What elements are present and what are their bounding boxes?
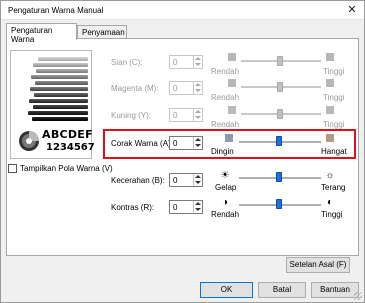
cyan-slider-thumb[interactable] (277, 56, 283, 66)
brightness-value: 0 (173, 176, 178, 185)
brightness-label: Kecerahan (B): (111, 176, 165, 185)
spin-arrows (193, 137, 202, 149)
contrast-high-icon: ◐ (326, 197, 334, 208)
cyan-high-label: Tinggi (323, 67, 345, 76)
spin-arrows (193, 109, 202, 121)
yellow-low-label: Rendah (211, 120, 240, 129)
preview-sample-number: 1234567 (46, 142, 95, 153)
magenta-value: 0 (173, 84, 178, 93)
spin-down-icon[interactable] (195, 144, 201, 147)
yellow-value: 0 (173, 111, 178, 120)
spin-arrows (193, 56, 202, 68)
tab-label: Penyamaan (82, 28, 125, 37)
preview-crayon (36, 69, 88, 73)
spin-arrows (193, 82, 202, 94)
contrast-value: 0 (173, 203, 178, 212)
cd-disk-icon (19, 131, 39, 151)
spin-up-icon[interactable] (195, 110, 201, 113)
spin-up-icon[interactable] (195, 83, 201, 86)
magenta-high-swatch (326, 79, 334, 87)
yellow-spinbox[interactable]: 0 (169, 108, 203, 122)
preview-crayon (33, 105, 88, 109)
yellow-label: Kuning (Y): (111, 111, 152, 120)
tone-warm-swatch (326, 134, 334, 142)
brightness-high-label: Terang (321, 183, 346, 192)
preview-crayon (35, 81, 88, 85)
magenta-spinbox[interactable]: 0 (169, 81, 203, 95)
sun-bright-icon: ☼ (325, 170, 335, 181)
tab-color-settings[interactable]: Pengaturan Warna (6, 23, 77, 44)
brightness-low-label: Gelap (215, 183, 237, 192)
preview-crayon (29, 99, 88, 103)
tone-cool-swatch (225, 134, 233, 142)
brightness-spinbox[interactable]: 0 (169, 173, 203, 187)
tone-label: Corak Warna (A): (111, 139, 173, 148)
spin-up-icon[interactable] (195, 57, 201, 60)
magenta-high-label: Tinggi (323, 93, 345, 102)
sun-dark-icon: ☀ (220, 170, 230, 181)
spin-arrows (193, 201, 202, 213)
spin-down-icon[interactable] (195, 181, 201, 184)
preview-crayon (32, 117, 88, 121)
title-bar: Pengaturan Warna Manual ✕ (1, 1, 364, 20)
tone-low-label: Dingin (211, 147, 234, 156)
magenta-slider-thumb[interactable] (277, 82, 283, 92)
spin-up-icon[interactable] (195, 138, 201, 141)
preview-crayon (30, 87, 88, 91)
contrast-label: Kontras (R): (111, 203, 155, 212)
yellow-low-swatch (228, 106, 236, 114)
spin-down-icon[interactable] (195, 208, 201, 211)
spin-up-icon[interactable] (195, 175, 201, 178)
cyan-low-swatch (228, 53, 236, 61)
spin-down-icon[interactable] (195, 63, 201, 66)
defaults-button[interactable]: Setelan Asal (F) (286, 257, 350, 273)
spin-down-icon[interactable] (195, 116, 201, 119)
tone-spinbox[interactable]: 0 (169, 136, 203, 150)
cyan-value: 0 (173, 58, 178, 67)
brightness-slider-thumb[interactable] (276, 172, 282, 182)
spin-up-icon[interactable] (195, 202, 201, 205)
spin-arrows (193, 174, 202, 186)
tone-high-label: Hangat (321, 147, 347, 156)
preview-crayon (34, 93, 88, 97)
preview-crayon (33, 63, 88, 67)
cyan-low-label: Rendah (211, 67, 240, 76)
yellow-high-label: Tinggi (323, 120, 345, 129)
cancel-button[interactable]: Batal (258, 282, 306, 298)
resize-grip[interactable] (354, 292, 362, 300)
dialog-title: Pengaturan Warna Manual (8, 6, 104, 15)
magenta-label: Magenta (M): (111, 84, 159, 93)
contrast-low-icon: ◑ (221, 197, 229, 208)
magenta-low-label: Rendah (211, 93, 240, 102)
close-icon[interactable]: ✕ (344, 3, 360, 17)
preview-crayon (28, 111, 88, 115)
manual-color-dialog: Pengaturan Warna Manual ✕ Pengaturan War… (0, 0, 365, 303)
cyan-label: Sian (C): (111, 58, 143, 67)
tone-slider-thumb[interactable] (276, 136, 282, 146)
spin-down-icon[interactable] (195, 89, 201, 92)
tone-value: 0 (173, 139, 178, 148)
contrast-slider-thumb[interactable] (276, 199, 282, 209)
help-button[interactable]: Bantuan (311, 282, 359, 298)
ok-button[interactable]: OK (200, 282, 253, 298)
yellow-slider-thumb[interactable] (277, 109, 283, 119)
contrast-low-label: Rendah (211, 210, 240, 219)
show-color-pattern-label: Tampilkan Pola Warna (V) (20, 164, 113, 173)
cyan-spinbox[interactable]: 0 (169, 55, 203, 69)
preview-sample-text: ABCDEF (42, 128, 93, 141)
cyan-high-swatch (326, 53, 334, 61)
magenta-low-swatch (228, 79, 236, 87)
contrast-spinbox[interactable]: 0 (169, 200, 203, 214)
preview-crayon (38, 57, 88, 61)
tab-matching[interactable]: Penyamaan (77, 25, 127, 39)
preview-crayon (31, 75, 88, 79)
show-color-pattern-checkbox[interactable] (8, 164, 17, 173)
contrast-high-label: Tinggi (321, 210, 343, 219)
yellow-high-swatch (326, 106, 334, 114)
